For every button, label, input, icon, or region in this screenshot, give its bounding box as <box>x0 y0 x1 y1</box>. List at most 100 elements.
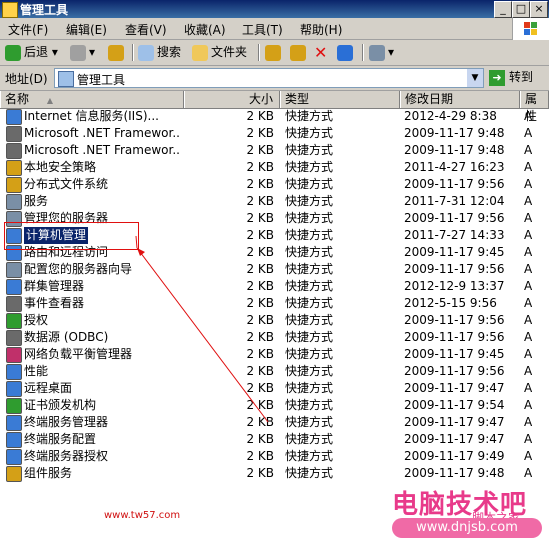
shortcut-icon <box>6 296 22 312</box>
list-item[interactable]: 网络负载平衡管理器 2 KB 快捷方式 2009-11-17 9:45 A <box>0 346 549 363</box>
menu-edit[interactable]: 编辑(E) <box>66 21 107 38</box>
file-modified: 2009-11-17 9:56 <box>404 177 505 191</box>
copy-to-button[interactable] <box>290 43 309 62</box>
address-bar: 地址(D) 管理工具 ▼ ➜ 转到 <box>0 66 549 91</box>
window-title: 管理工具 <box>20 3 69 17</box>
file-attr: A <box>524 109 533 123</box>
file-attr: A <box>524 211 533 225</box>
search-label: 搜索 <box>157 45 182 59</box>
file-attr: A <box>524 398 533 412</box>
file-modified: 2009-11-17 9:45 <box>404 245 505 259</box>
file-name: 性能 <box>24 364 49 378</box>
file-name: 证书颁发机构 <box>24 398 97 412</box>
file-type: 快捷方式 <box>285 262 334 276</box>
shortcut-icon <box>6 194 22 210</box>
shortcut-icon <box>6 330 22 346</box>
menu-view[interactable]: 查看(V) <box>125 21 167 38</box>
list-item[interactable]: 本地安全策略 2 KB 快捷方式 2011-4-27 16:23 A <box>0 159 549 176</box>
views-button[interactable]: ▾ <box>369 43 394 62</box>
list-item[interactable]: 分布式文件系统 2 KB 快捷方式 2009-11-17 9:56 A <box>0 176 549 193</box>
list-item[interactable]: 数据源 (ODBC) 2 KB 快捷方式 2009-11-17 9:56 A <box>0 329 549 346</box>
delete-icon[interactable]: ✕ <box>314 43 327 62</box>
file-type: 快捷方式 <box>285 364 334 378</box>
list-item[interactable]: 授权 2 KB 快捷方式 2009-11-17 9:56 A <box>0 312 549 329</box>
file-attr: A <box>524 466 533 480</box>
file-attr: A <box>524 160 533 174</box>
file-size: 2 KB <box>246 364 274 378</box>
menu-tools[interactable]: 工具(T) <box>242 21 283 38</box>
file-size: 2 KB <box>246 466 274 480</box>
list-item[interactable]: 组件服务 2 KB 快捷方式 2009-11-17 9:48 A <box>0 465 549 482</box>
back-label: 后退 <box>24 45 49 59</box>
file-size: 2 KB <box>246 211 274 225</box>
back-button[interactable]: 后退 ▾ <box>5 43 58 62</box>
file-size: 2 KB <box>246 245 274 259</box>
file-size: 2 KB <box>246 194 274 208</box>
column-attr[interactable]: 属性 <box>520 91 549 123</box>
file-modified: 2009-11-17 9:47 <box>404 415 505 429</box>
go-label: 转到 <box>509 70 534 84</box>
column-type[interactable]: 类型 <box>280 91 400 108</box>
column-size[interactable]: 大小 <box>184 91 280 108</box>
windows-logo-icon <box>512 18 549 40</box>
folders-button[interactable]: 文件夹 <box>192 43 247 62</box>
file-type: 快捷方式 <box>285 160 334 174</box>
address-input[interactable]: 管理工具 ▼ <box>54 68 484 88</box>
file-attr: A <box>524 347 533 361</box>
file-modified: 2009-11-17 9:49 <box>404 449 505 463</box>
close-button[interactable]: × <box>530 1 548 18</box>
address-value: 管理工具 <box>77 73 126 87</box>
column-name[interactable]: 名称 ▲ <box>0 91 184 108</box>
list-item[interactable]: Internet 信息服务(IIS)... 2 KB 快捷方式 2012-4-29 8… <box>0 108 549 125</box>
list-item[interactable]: 配置您的服务器向导 2 KB 快捷方式 2009-11-17 9:56 A <box>0 261 549 278</box>
file-size: 2 KB <box>246 279 274 293</box>
list-item[interactable]: 终端服务管理器 2 KB 快捷方式 2009-11-17 9:47 A <box>0 414 549 431</box>
menu-favorites[interactable]: 收藏(A) <box>184 21 226 38</box>
search-button[interactable]: 搜索 <box>138 43 181 62</box>
file-type: 快捷方式 <box>285 466 334 480</box>
file-size: 2 KB <box>246 432 274 446</box>
list-item[interactable]: 群集管理器 2 KB 快捷方式 2012-12-9 13:37 A <box>0 278 549 295</box>
file-size: 2 KB <box>246 126 274 140</box>
file-modified: 2011-7-31 12:04 <box>404 194 505 208</box>
maximize-button[interactable]: □ <box>512 1 530 18</box>
file-list: Internet 信息服务(IIS)... 2 KB 快捷方式 2012-4-29 8… <box>0 108 549 538</box>
undo-button[interactable] <box>337 43 356 62</box>
file-attr: A <box>524 194 533 208</box>
file-attr: A <box>524 228 533 242</box>
shortcut-icon <box>6 262 22 278</box>
file-type: 快捷方式 <box>285 228 334 242</box>
file-name: 事件查看器 <box>24 296 85 310</box>
list-item[interactable]: 性能 2 KB 快捷方式 2009-11-17 9:56 A <box>0 363 549 380</box>
list-item[interactable]: 远程桌面 2 KB 快捷方式 2009-11-17 9:47 A <box>0 380 549 397</box>
list-item[interactable]: 服务 2 KB 快捷方式 2011-7-31 12:04 A <box>0 193 549 210</box>
forward-button[interactable]: ▾ <box>70 43 95 62</box>
shortcut-icon <box>6 126 22 142</box>
move-to-button[interactable] <box>265 43 284 62</box>
file-type: 快捷方式 <box>285 211 334 225</box>
minimize-button[interactable]: _ <box>494 1 512 18</box>
list-item[interactable]: 终端服务配置 2 KB 快捷方式 2009-11-17 9:47 A <box>0 431 549 448</box>
column-modified[interactable]: 修改日期 <box>400 91 520 108</box>
list-item[interactable]: 事件查看器 2 KB 快捷方式 2012-5-15 9:56 A <box>0 295 549 312</box>
chevron-down-icon[interactable]: ▼ <box>467 69 483 87</box>
file-modified: 2009-11-17 9:45 <box>404 347 505 361</box>
file-attr: A <box>524 177 533 191</box>
file-size: 2 KB <box>246 449 274 463</box>
file-type: 快捷方式 <box>285 432 334 446</box>
column-name-label: 名称 <box>5 92 30 106</box>
watermark-site: www.tw57.com <box>104 510 181 521</box>
go-button[interactable]: ➜ 转到 <box>489 68 533 87</box>
up-folder-button[interactable] <box>108 43 127 62</box>
list-item[interactable]: Microsoft .NET Framewor... 2 KB 快捷方式 2009-1… <box>0 125 549 142</box>
list-item[interactable]: Microsoft .NET Framewor... 2 KB 快捷方式 2009-1… <box>0 142 549 159</box>
toolbar-separator <box>132 44 134 61</box>
go-arrow-icon: ➜ <box>489 69 505 86</box>
file-attr: A <box>524 364 533 378</box>
menu-help[interactable]: 帮助(H) <box>300 21 342 38</box>
shortcut-icon <box>6 364 22 380</box>
menu-file[interactable]: 文件(F) <box>8 21 48 38</box>
list-item[interactable]: 证书颁发机构 2 KB 快捷方式 2009-11-17 9:54 A <box>0 397 549 414</box>
file-modified: 2012-4-29 8:38 <box>404 109 497 123</box>
list-item[interactable]: 终端服务器授权 2 KB 快捷方式 2009-11-17 9:49 A <box>0 448 549 465</box>
